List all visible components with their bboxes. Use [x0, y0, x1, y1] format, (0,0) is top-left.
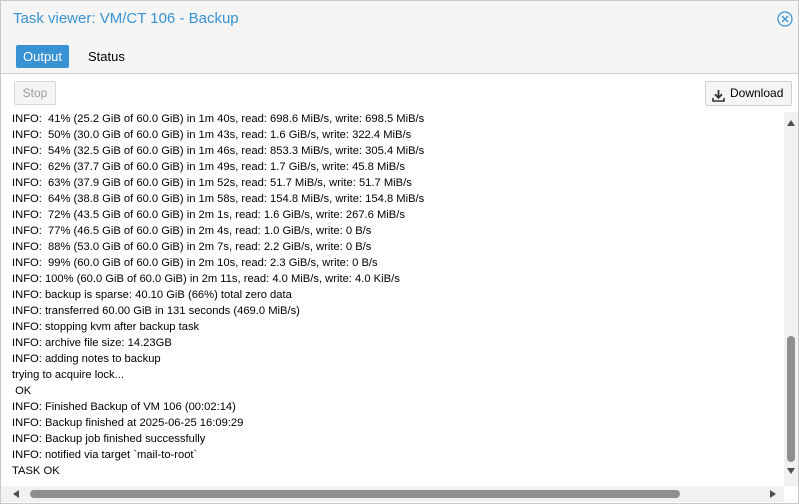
tab-output[interactable]: Output — [16, 45, 70, 68]
log-line: INFO: Finished Backup of VM 106 (00:02:1… — [12, 401, 236, 413]
vertical-scroll-thumb[interactable] — [787, 336, 795, 462]
download-icon — [712, 87, 725, 102]
log-line: INFO: adding notes to backup — [12, 353, 161, 365]
log-line: trying to acquire lock... — [12, 369, 124, 381]
log-line: INFO: 41% (25.2 GiB of 60.0 GiB) in 1m 4… — [12, 113, 425, 125]
log-line: INFO: 62% (37.7 GiB of 60.0 GiB) in 1m 4… — [12, 161, 405, 173]
log-line: INFO: notified via target `mail-to-root` — [12, 449, 198, 461]
tab-bar: Output Status — [1, 37, 798, 73]
horizontal-scroll-thumb[interactable] — [30, 490, 680, 498]
log-line: INFO: 50% (30.0 GiB of 60.0 GiB) in 1m 4… — [12, 129, 412, 141]
log-line: INFO: backup is sparse: 40.10 GiB (66%) … — [12, 289, 292, 301]
scroll-down-icon[interactable] — [787, 468, 795, 474]
log-line: INFO: Backup job finished successfully — [12, 433, 206, 445]
log-line: INFO: stopping kvm after backup task — [12, 321, 200, 333]
toolbar: Stop Download — [1, 73, 798, 113]
task-viewer-window: Task viewer: VM/CT 106 - Backup Output S… — [0, 0, 799, 504]
log-line: INFO: 99% (60.0 GiB of 60.0 GiB) in 2m 1… — [12, 257, 378, 269]
close-icon[interactable] — [777, 11, 793, 27]
stop-button[interactable]: Stop — [14, 81, 56, 105]
log-line: INFO: 63% (37.9 GiB of 60.0 GiB) in 1m 5… — [12, 177, 412, 189]
horizontal-scrollbar[interactable] — [1, 486, 784, 502]
log-line: INFO: 100% (60.0 GiB of 60.0 GiB) in 2m … — [12, 273, 400, 285]
log-output-panel[interactable]: INFO: 41% (25.2 GiB of 60.0 GiB) in 1m 4… — [1, 112, 798, 503]
window-title: Task viewer: VM/CT 106 - Backup — [13, 10, 239, 27]
log-line: INFO: 54% (32.5 GiB of 60.0 GiB) in 1m 4… — [12, 145, 425, 157]
log-line: OK — [12, 385, 32, 397]
download-label: Download — [730, 86, 784, 100]
tab-status[interactable]: Status — [81, 45, 132, 68]
log-line: INFO: Backup finished at 2025-06-25 16:0… — [12, 417, 244, 429]
title-bar: Task viewer: VM/CT 106 - Backup — [1, 1, 798, 37]
log-lines: INFO: 41% (25.2 GiB of 60.0 GiB) in 1m 4… — [12, 112, 782, 479]
scroll-right-icon[interactable] — [770, 490, 776, 498]
vertical-scrollbar[interactable] — [784, 112, 798, 486]
log-line: INFO: 72% (43.5 GiB of 60.0 GiB) in 2m 1… — [12, 209, 405, 221]
download-button[interactable]: Download — [705, 81, 792, 106]
log-line: INFO: archive file size: 14.23GB — [12, 337, 172, 349]
log-line: INFO: 64% (38.8 GiB of 60.0 GiB) in 1m 5… — [12, 193, 425, 205]
scroll-up-icon[interactable] — [787, 120, 795, 126]
scroll-left-icon[interactable] — [13, 490, 19, 498]
log-line: INFO: transferred 60.00 GiB in 131 secon… — [12, 305, 300, 317]
log-line: INFO: 77% (46.5 GiB of 60.0 GiB) in 2m 4… — [12, 225, 372, 237]
log-line: TASK OK — [12, 465, 60, 477]
log-line: INFO: 88% (53.0 GiB of 60.0 GiB) in 2m 7… — [12, 241, 372, 253]
